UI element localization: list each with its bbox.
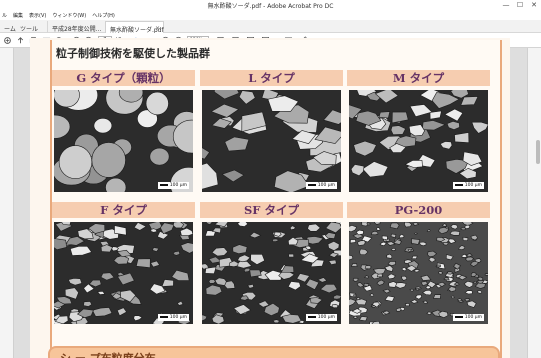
window-title: 無水酢酸ソーダ.pdf - Adobe Acrobat Pro DC — [207, 3, 334, 10]
scale-bar-label: 100 μm — [464, 183, 482, 188]
right-tools-pane[interactable] — [527, 48, 541, 358]
menu-edit[interactable]: 編集 — [13, 12, 23, 19]
title-bar: 無水酢酸ソーダ.pdf - Adobe Acrobat Pro DC — ☐ ✕ — [0, 0, 541, 10]
sem-micrograph: 100 μm — [202, 222, 341, 324]
close-window-button[interactable]: ✕ — [527, 0, 541, 10]
particle-shape — [462, 236, 469, 242]
particle-shape — [364, 265, 372, 270]
menu-view[interactable]: 表示(V) — [29, 12, 46, 19]
product-type-label: PG-200 — [347, 202, 490, 218]
particle-shape — [58, 145, 93, 179]
menu-file[interactable]: ル — [2, 12, 7, 19]
particle-shape — [172, 222, 185, 229]
sem-micrograph: 100 μm — [54, 90, 193, 192]
scale-bar-label: 100 μm — [464, 315, 482, 320]
product-type-label: SF タイプ — [200, 202, 343, 218]
scale-bar: 100 μm — [157, 182, 189, 189]
particle-shape — [378, 111, 391, 119]
particle-shape — [450, 295, 455, 299]
tab-document-1-label: 平成28年度公開... — [52, 26, 102, 33]
tab-document-2[interactable]: 無水酢酸ソーダ.pdf × — [105, 21, 164, 34]
particle-shape — [91, 142, 126, 178]
scale-bar: 100 μm — [452, 314, 484, 321]
particle-shape — [477, 290, 483, 294]
scale-bar-line — [454, 315, 463, 318]
minimize-button[interactable]: — — [499, 0, 513, 10]
particle-shape — [473, 280, 478, 284]
particle-shape — [433, 294, 442, 299]
tab-bar: ーム ツール 平成28年度公開... 無水酢酸ソーダ.pdf × — [0, 20, 541, 34]
sem-micrograph: 100 μm — [202, 90, 341, 192]
particle-shape — [411, 255, 418, 260]
scale-bar: 100 μm — [157, 314, 189, 321]
close-tab-icon[interactable]: × — [155, 25, 160, 32]
particle-shape — [135, 258, 151, 269]
particle-shape — [376, 273, 383, 278]
particle-shape — [449, 230, 461, 236]
particle-shape — [249, 269, 262, 278]
upload-icon[interactable] — [16, 36, 25, 45]
product-card: SF タイプ 100 μm — [200, 202, 343, 324]
particle-shape — [145, 91, 169, 116]
scale-bar-line — [159, 183, 168, 186]
particle-shape — [353, 294, 357, 297]
particle-shape — [150, 228, 158, 233]
scale-bar: 100 μm — [452, 182, 484, 189]
page-heading: 粒子制御技術を駆使した製品群 — [56, 47, 210, 60]
bottom-section-banner: シ ー プ布粒度分布 — [48, 346, 500, 358]
particle-shape — [208, 279, 216, 284]
particle-shape — [54, 238, 68, 251]
vertical-scrollbar-thumb[interactable] — [536, 140, 540, 164]
particle-shape — [411, 238, 421, 245]
scale-bar-line — [307, 183, 316, 186]
maximize-button[interactable]: ☐ — [513, 0, 527, 10]
scale-bar-label: 100 μm — [169, 183, 187, 188]
tab-tools[interactable]: ツール — [16, 21, 42, 33]
product-type-label: G タイプ（顆粒） — [52, 70, 195, 86]
scale-bar-label: 100 μm — [169, 315, 187, 320]
particle-shape — [405, 302, 410, 307]
product-card: L タイプ 100 μm — [200, 70, 343, 192]
menu-window[interactable]: ウィンドウ(W) — [52, 12, 86, 19]
product-type-label: L タイプ — [200, 70, 343, 86]
particle-shape — [376, 227, 381, 231]
particle-shape — [288, 253, 295, 258]
scale-bar-line — [159, 315, 168, 318]
sem-micrograph: 100 μm — [54, 222, 193, 324]
product-card: G タイプ（顆粒） 100 μm — [52, 70, 195, 192]
particle-shape — [204, 266, 217, 275]
scale-bar-label: 100 μm — [317, 183, 335, 188]
particle-shape — [484, 273, 488, 276]
left-navigation-pane[interactable] — [0, 48, 14, 358]
product-card: PG-200 100 μm — [347, 202, 490, 324]
product-type-label: M タイプ — [347, 70, 490, 86]
scale-bar-line — [307, 315, 316, 318]
scale-bar: 100 μm — [305, 314, 337, 321]
particle-shape — [389, 222, 400, 230]
scale-bar: 100 μm — [305, 182, 337, 189]
scale-bar-line — [454, 183, 463, 186]
save-icon[interactable] — [3, 36, 12, 45]
product-type-label: F タイプ — [52, 202, 195, 218]
product-card: M タイプ 100 μm — [347, 70, 490, 192]
tab-document-1[interactable]: 平成28年度公開... — [47, 21, 103, 33]
scale-bar-label: 100 μm — [317, 315, 335, 320]
particle-shape — [272, 238, 279, 242]
sem-micrograph: 100 μm — [349, 222, 488, 324]
bottom-banner-text: シ ー プ布粒度分布 — [60, 350, 156, 358]
particle-shape — [149, 147, 170, 166]
menu-help[interactable]: ヘルプ(H) — [92, 12, 115, 19]
product-card: F タイプ 100 μm — [52, 202, 195, 324]
particle-shape — [333, 294, 341, 300]
particle-shape — [93, 118, 113, 134]
particle-shape — [349, 239, 357, 244]
menu-bar: ル 編集 表示(V) ウィンドウ(W) ヘルプ(H) — [0, 10, 541, 20]
particle-shape — [331, 303, 339, 309]
particle-shape — [438, 271, 443, 275]
particle-shape — [350, 263, 358, 267]
sem-micrograph: 100 μm — [349, 90, 488, 192]
